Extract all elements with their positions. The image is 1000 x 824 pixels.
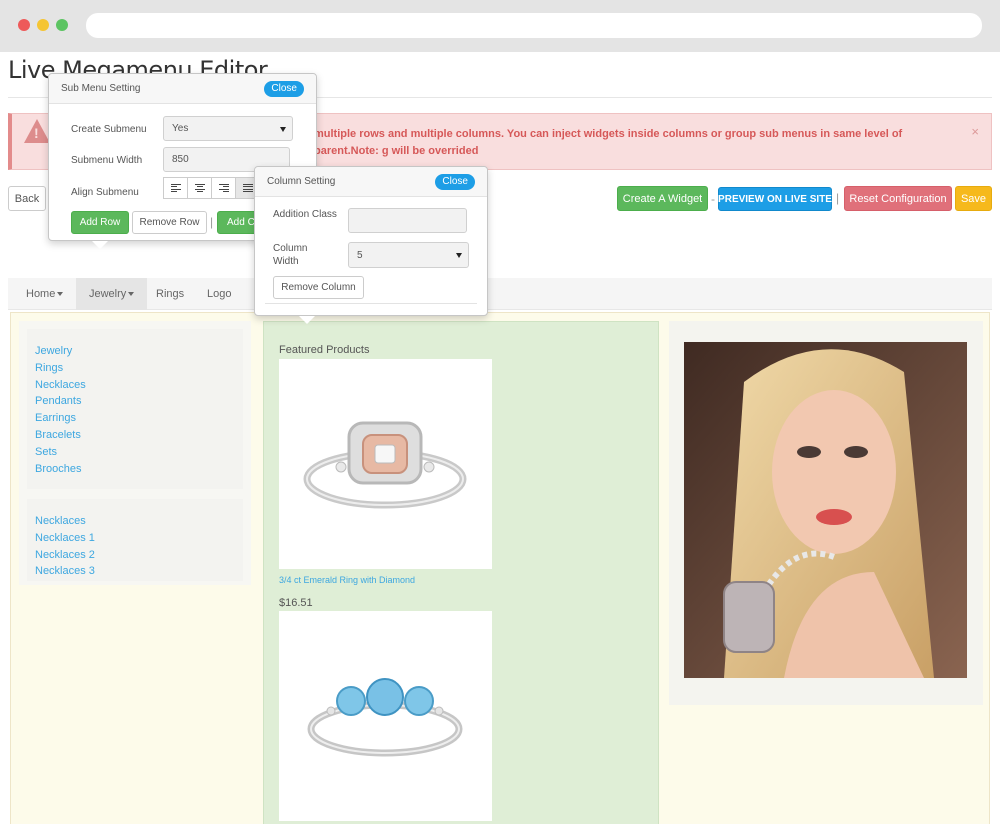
create-submenu-select[interactable]: Yes [163,116,293,141]
column-width-select[interactable]: 5 [348,242,469,268]
window-maximize-dot[interactable] [56,19,68,31]
align-right-icon[interactable] [211,177,236,199]
nav-item-rings[interactable]: Rings [143,278,197,310]
popover-header: Sub Menu Setting Close [49,74,316,104]
model-photo [684,342,967,678]
submenu-link[interactable]: Brooches [27,461,243,478]
close-button[interactable]: Close [264,81,304,97]
link-group: Necklaces Necklaces 1 Necklaces 2 Neckla… [27,499,243,581]
submenu-link[interactable]: Pendants [27,393,243,410]
submenu-width-label: Submenu Width [71,155,143,166]
caret-down-icon [57,292,64,296]
preview-live-site-button[interactable]: PREVIEW ON LIVE SITE [718,187,832,211]
window-close-dot[interactable] [18,19,30,31]
nav-item-label: Jewelry [89,288,127,300]
addition-class-label: Addition Class [273,209,337,220]
caret-down-icon [128,292,135,296]
submenu-link[interactable]: Earrings [27,410,243,427]
popover-arrow [92,241,108,249]
megamenu-preview: Jewelry Rings Necklaces Pendants Earring… [10,312,990,824]
megamenu-column-featured[interactable]: Featured Products 3/4 ct Emerald Ring wi… [263,321,659,824]
caret-down-icon [280,126,286,132]
button-separator: | [210,215,214,229]
menu-navbar: Home Jewelry Rings Logo [8,278,992,310]
addition-class-input[interactable] [348,208,467,233]
submenu-link[interactable]: Bracelets [27,427,243,444]
window-minimize-dot[interactable] [37,19,49,31]
close-button[interactable]: Close [435,174,475,190]
remove-row-button[interactable]: Remove Row [132,211,207,234]
popover-arrow [299,316,315,324]
nav-item-label: Logo [207,288,232,300]
submenu-link[interactable]: Necklaces 3 [27,563,243,580]
product-image-ring[interactable] [279,611,492,821]
reset-configuration-button[interactable]: Reset Configuration [844,186,952,211]
page: Live Megamenu Editor ! multiple rows and… [0,52,1000,824]
nav-item-jewelry[interactable]: Jewelry [76,278,148,310]
submenu-link[interactable]: Sets [27,444,243,461]
toolbar-separator: - [711,192,715,206]
popover-title: Column Setting [267,176,336,187]
megamenu-column-image[interactable] [669,321,983,705]
featured-products-title: Featured Products [279,344,370,356]
address-bar[interactable] [86,13,982,38]
select-value: 5 [357,249,363,261]
popover-divider [265,303,477,304]
submenu-link[interactable]: Necklaces [27,513,243,530]
submenu-link[interactable]: Necklaces [27,377,243,394]
product-name-link[interactable]: 3/4 ct Emerald Ring with Diamond [279,575,415,585]
alert-text: multiple rows and multiple columns. You … [314,128,903,157]
nav-item-label: Rings [156,288,185,300]
popover-title: Sub Menu Setting [61,83,141,94]
remove-column-button[interactable]: Remove Column [273,276,364,299]
product-image-ring[interactable] [279,359,492,569]
product-price: $16.51 [279,597,313,609]
link-group: Jewelry Rings Necklaces Pendants Earring… [27,329,243,489]
megamenu-column-links[interactable]: Jewelry Rings Necklaces Pendants Earring… [19,321,251,585]
add-row-button[interactable]: Add Row [71,211,129,234]
warning-icon: ! [24,119,50,143]
align-left-icon[interactable] [163,177,188,199]
back-button[interactable]: Back [8,186,46,211]
nav-item-label: Home [26,288,56,300]
submenu-link[interactable]: Jewelry [27,343,243,360]
align-center-icon[interactable] [187,177,212,199]
toolbar-separator: | [836,191,840,205]
alert-close-button[interactable]: × [971,124,979,139]
create-widget-button[interactable]: Create A Widget [617,186,708,211]
align-submenu-group [163,177,260,199]
submenu-link[interactable]: Necklaces 1 [27,530,243,547]
select-value: Yes [172,123,189,134]
caret-down-icon [456,253,462,258]
nav-item-home[interactable]: Home [13,278,76,310]
save-button[interactable]: Save [955,186,992,211]
column-setting-popover: Column Setting Close Addition Class Colu… [254,166,488,324]
align-submenu-label: Align Submenu [71,187,139,198]
popover-header: Column Setting Close [255,167,487,197]
create-submenu-label: Create Submenu [71,124,147,135]
nav-item-logo[interactable]: Logo [194,278,244,310]
submenu-link[interactable]: Rings [27,360,243,377]
submenu-link[interactable]: Necklaces 2 [27,547,243,564]
browser-chrome [0,0,1000,52]
column-width-label: Column Width [273,243,308,267]
